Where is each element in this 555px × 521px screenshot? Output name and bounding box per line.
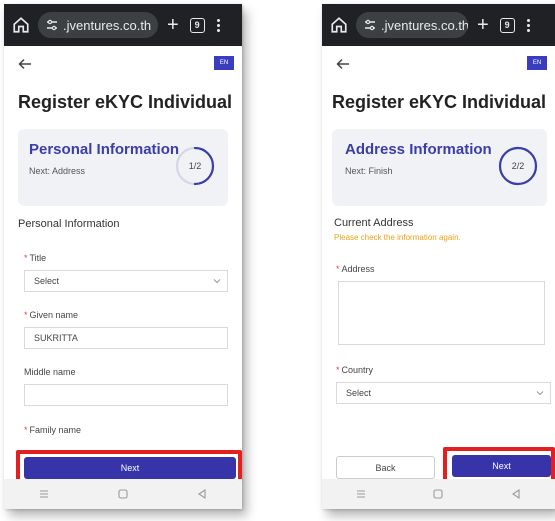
given-name-input[interactable]: SUKRITTA	[24, 327, 228, 349]
address-bar[interactable]: .jventures.co.th	[38, 12, 158, 38]
menu-icon[interactable]	[216, 18, 220, 32]
step-next: Next: Finish	[345, 166, 393, 176]
nav-back-icon[interactable]	[196, 488, 208, 500]
address-label: * Address	[336, 264, 375, 274]
android-nav-bar	[322, 479, 555, 509]
chevron-down-icon	[213, 279, 221, 284]
address-textarea[interactable]	[338, 281, 545, 345]
browser-toolbar: .jventures.co.th + 9	[4, 4, 242, 46]
new-tab-button[interactable]: +	[477, 15, 489, 35]
title-select[interactable]: Select	[24, 270, 228, 292]
page-title: Register eKYC Individual	[18, 92, 233, 112]
site-settings-icon[interactable]	[364, 19, 376, 31]
address-bar[interactable]: .jventures.co.th	[356, 12, 468, 38]
step-next: Next: Address	[29, 166, 86, 176]
step-title: Personal Information	[29, 141, 180, 158]
tab-switcher-icon[interactable]: 9	[499, 17, 515, 33]
middle-name-label: Middle name	[24, 367, 76, 377]
language-toggle[interactable]: EN	[527, 56, 547, 70]
title-select-value: Select	[34, 276, 60, 286]
section-title: Current Address	[334, 217, 414, 229]
step-title: Address Information	[345, 141, 492, 158]
step-indicator: 1/2	[188, 161, 202, 171]
step-card: Address Information Next: Finish 2/2	[332, 129, 547, 206]
home-icon[interactable]	[12, 16, 30, 34]
home-icon[interactable]	[330, 16, 348, 34]
nav-recents-icon[interactable]	[355, 488, 367, 500]
family-name-label: * Family name	[24, 425, 82, 435]
site-settings-icon[interactable]	[46, 19, 58, 31]
android-nav-bar	[4, 479, 242, 509]
nav-back-icon[interactable]	[510, 488, 522, 500]
phone-screen-address: .jventures.co.th + 9 EN Register eKYC In…	[322, 4, 555, 509]
phone-screen-personal: .jventures.co.th + 9 EN Register eKYC In…	[4, 4, 242, 509]
title-label: * Title	[24, 253, 47, 263]
given-name-label: * Given name	[24, 310, 79, 320]
page-title: Register eKYC Individual	[332, 92, 547, 112]
chevron-down-icon	[536, 391, 544, 396]
nav-home-icon[interactable]	[432, 488, 444, 500]
nav-home-icon[interactable]	[117, 488, 129, 500]
url-text: .jventures.co.th	[381, 17, 468, 33]
middle-name-input[interactable]	[24, 384, 228, 406]
country-select-value: Select	[346, 388, 372, 398]
step-indicator: 2/2	[511, 161, 525, 171]
warning-text: Please check the information again.	[334, 233, 461, 242]
nav-recents-icon[interactable]	[38, 488, 50, 500]
menu-icon[interactable]	[526, 18, 530, 32]
tab-switcher-icon[interactable]: 9	[189, 17, 205, 33]
browser-toolbar: .jventures.co.th + 9	[322, 4, 555, 46]
back-arrow-icon[interactable]	[18, 57, 32, 71]
country-select[interactable]: Select	[336, 382, 551, 404]
url-text: .jventures.co.th	[63, 17, 152, 33]
new-tab-button[interactable]: +	[167, 15, 179, 35]
section-title: Personal Information	[18, 218, 120, 230]
back-arrow-icon[interactable]	[336, 57, 350, 71]
language-toggle[interactable]: EN	[214, 56, 234, 70]
country-label: * Country	[336, 365, 374, 375]
step-card: Personal Information Next: Address 1/2	[18, 129, 228, 206]
back-button[interactable]: Back	[336, 456, 435, 479]
